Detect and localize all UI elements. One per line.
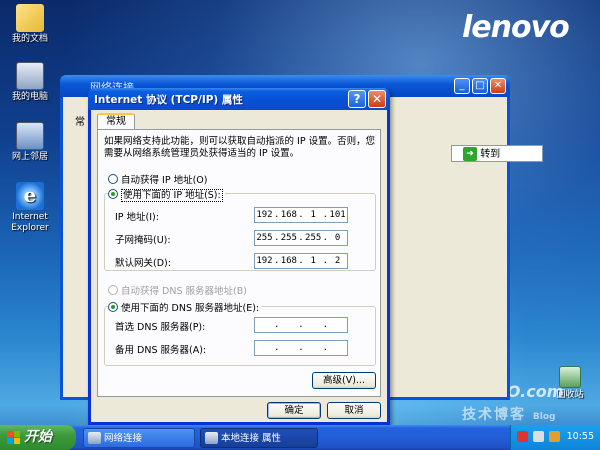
- dialog-title-bar[interactable]: Internet 协议 (TCP/IP) 属性 ? ✕: [88, 88, 390, 110]
- my-documents-icon: [16, 4, 44, 32]
- security-alert-icon[interactable]: [517, 431, 528, 442]
- advanced-button[interactable]: 高级(V)...: [312, 372, 376, 389]
- watermark-sub: 技术博客 Blog: [462, 407, 556, 423]
- subnet-mask-input[interactable]: 255. 255. 255. 0: [254, 230, 348, 246]
- ip-address-input[interactable]: 192. 168. 1. 101: [254, 207, 348, 223]
- cancel-button[interactable]: 取消: [327, 402, 381, 419]
- system-tray: 10:55: [510, 425, 600, 450]
- subnet-mask-label: 子网掩码(U):: [115, 235, 171, 246]
- minimize-button[interactable]: _: [454, 78, 470, 94]
- network-connections-icon: [88, 432, 101, 444]
- manual-dns-radio[interactable]: 使用下面的 DNS 服务器地址(E):: [108, 300, 262, 314]
- tab-general[interactable]: 常: [75, 113, 85, 128]
- desktop-icon-label: Internet Explorer: [11, 212, 49, 233]
- start-button[interactable]: 开始: [0, 425, 76, 450]
- close-button[interactable]: ✕: [490, 78, 506, 94]
- preferred-dns-input[interactable]: ...: [254, 317, 348, 333]
- desktop-icon-label: 我的电脑: [11, 92, 48, 102]
- clock: 10:55: [566, 431, 594, 442]
- network-status-icon[interactable]: [533, 431, 544, 442]
- desktop-icon-network-places[interactable]: 网上邻居: [2, 122, 58, 163]
- radio-icon: [108, 285, 118, 295]
- internet-explorer-icon: e: [16, 182, 44, 210]
- desktop-icon-my-documents[interactable]: 我的文档: [2, 4, 58, 45]
- desktop-icon-internet-explorer[interactable]: e Internet Explorer: [2, 182, 58, 234]
- taskbar-item-local-connection-properties[interactable]: 本地连接 属性: [200, 428, 318, 448]
- auto-ip-radio[interactable]: 自动获得 IP 地址(O): [108, 172, 207, 186]
- desktop-icon-label: 网上邻居: [11, 152, 48, 162]
- tcpip-properties-dialog[interactable]: Internet 协议 (TCP/IP) 属性 ? ✕ 常规 如果网络支持此功能…: [88, 88, 390, 425]
- desktop-icon-my-computer[interactable]: 我的电脑: [2, 62, 58, 103]
- taskbar: 开始 网络连接 本地连接 属性 10:55: [0, 425, 600, 450]
- dialog-title: Internet 协议 (TCP/IP) 属性: [94, 94, 243, 106]
- go-arrow-icon: ➜: [463, 147, 477, 161]
- windows-flag-icon: [7, 431, 21, 444]
- alternate-dns-label: 备用 DNS 服务器(A):: [115, 345, 207, 356]
- network-connection-icon: [205, 432, 218, 444]
- radio-icon: [108, 174, 118, 184]
- volume-icon[interactable]: [549, 431, 560, 442]
- ok-button[interactable]: 确定: [267, 402, 321, 419]
- network-places-icon: [16, 122, 44, 150]
- intro-text: 如果网络支持此功能，则可以获取自动指派的 IP 设置。否则，您需要从网络系统管理…: [104, 136, 376, 159]
- maximize-button[interactable]: □: [472, 78, 488, 94]
- alternate-dns-input[interactable]: ...: [254, 340, 348, 356]
- my-computer-icon: [16, 62, 44, 90]
- manual-ip-radio[interactable]: 使用下面的 IP 地址(S):: [108, 187, 225, 202]
- default-gateway-label: 默认网关(D):: [115, 258, 171, 269]
- tab-general[interactable]: 常规: [97, 113, 135, 130]
- desktop-icon-label: 我的文档: [11, 34, 48, 44]
- ip-address-label: IP 地址(I):: [115, 212, 159, 223]
- preferred-dns-label: 首选 DNS 服务器(P):: [115, 322, 206, 333]
- go-button[interactable]: ➜ 转到: [463, 145, 500, 162]
- radio-selected-icon: [108, 189, 118, 199]
- radio-selected-icon: [108, 302, 118, 312]
- taskbar-item-network-connections[interactable]: 网络连接: [83, 428, 195, 448]
- dns-group: [104, 306, 376, 366]
- general-panel: 如果网络支持此功能，则可以获取自动指派的 IP 设置。否则，您需要从网络系统管理…: [97, 129, 381, 397]
- default-gateway-input[interactable]: 192. 168. 1. 2: [254, 253, 348, 269]
- brand-logo: lenovo: [462, 10, 570, 45]
- help-button[interactable]: ?: [348, 90, 366, 108]
- close-button[interactable]: ✕: [368, 90, 386, 108]
- auto-dns-radio: 自动获得 DNS 服务器地址(B): [108, 283, 247, 297]
